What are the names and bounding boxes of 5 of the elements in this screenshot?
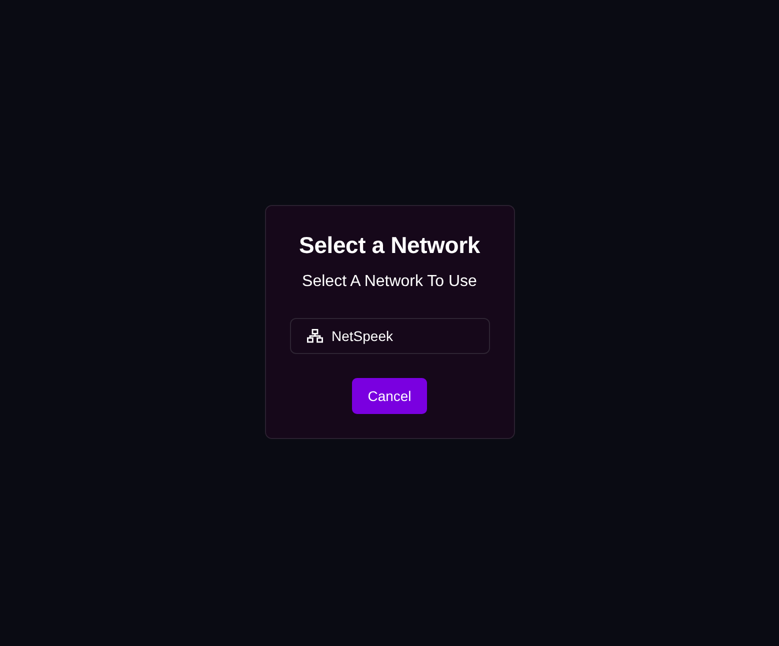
network-icon <box>306 329 322 343</box>
cancel-button[interactable]: Cancel <box>352 378 428 414</box>
network-item[interactable]: NetSpeek <box>290 318 490 354</box>
dialog-title: Select a Network <box>299 231 480 260</box>
dialog-subtitle: Select A Network To Use <box>302 272 477 292</box>
